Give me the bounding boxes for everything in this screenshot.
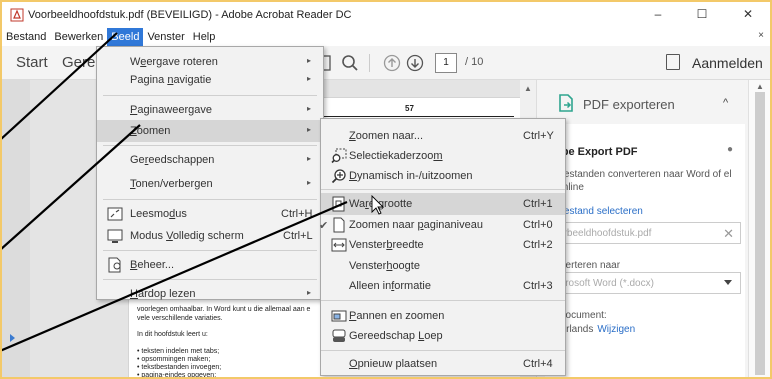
- menu-item-paginaweergave[interactable]: Paginaweergave ▸: [97, 99, 323, 121]
- menu-separator: [103, 199, 317, 200]
- clear-file-icon[interactable]: ✕: [723, 226, 734, 242]
- menu-item-beheer[interactable]: Beheer...: [97, 254, 323, 276]
- chevron-up-icon[interactable]: ^: [723, 97, 728, 109]
- close-button[interactable]: ✕: [730, 2, 766, 26]
- format-select[interactable]: icrosoft Word (*.docx): [553, 272, 741, 294]
- selected-file-field[interactable]: orbeeldhoofdstuk.pdf ✕: [553, 222, 741, 244]
- manage-icon: [107, 257, 123, 273]
- menu-item-opnieuw-plaatsen[interactable]: Opnieuw plaatsen Ctrl+4: [321, 353, 565, 375]
- submenu-arrow-icon: ▸: [306, 104, 311, 113]
- scrollbar-thumb[interactable]: [755, 92, 765, 375]
- menu-item-zoomen[interactable]: Zoomen ▸: [97, 120, 323, 142]
- menu-separator: [103, 145, 317, 146]
- next-page-icon[interactable]: [405, 53, 425, 73]
- menu-item-selectiekaderzoom[interactable]: Selectiekaderzoom: [321, 145, 565, 167]
- pan-zoom-icon: [331, 308, 347, 324]
- marquee-zoom-icon: [331, 148, 347, 164]
- previous-page-icon[interactable]: [382, 53, 402, 73]
- menu-item-pagina-navigatie[interactable]: Pagina navigatie ▸: [97, 69, 323, 91]
- menu-separator: [103, 279, 317, 280]
- submenu-arrow-icon: ▸: [306, 288, 311, 297]
- beeld-menu: Weergave roteren ▸ Pagina navigatie ▸ Pagi…: [96, 46, 324, 300]
- menu-item-hardop-lezen[interactable]: Hardop lezen ▸: [97, 283, 323, 305]
- body-line: vele verschillende variaties.: [137, 315, 223, 322]
- menu-bar: Bestand Bewerken Beeld Venster Help ×: [2, 28, 770, 46]
- export-pdf-header[interactable]: PDF exporteren: [583, 97, 675, 112]
- menu-item-volledig-scherm[interactable]: Modus Volledig scherm Ctrl+L: [97, 225, 323, 247]
- sign-in-icon[interactable]: [666, 54, 680, 70]
- menu-item-ware-grootte[interactable]: Ware grootte Ctrl+1: [321, 193, 565, 215]
- toolbar-divider: [369, 54, 370, 72]
- window-title: Voorbeeldhoofdstuk.pdf (BEVEILIGD) - Ado…: [28, 9, 352, 21]
- search-icon[interactable]: [340, 53, 360, 73]
- bullet-item: • pagina-eindes opgeven;: [137, 372, 217, 379]
- menu-separator: [321, 300, 565, 301]
- export-card: obe Export PDF ● -bestanden converteren …: [545, 124, 745, 377]
- export-title: obe Export PDF: [555, 146, 638, 158]
- dynamic-zoom-icon: [331, 168, 347, 184]
- document-language: derlands Wijzigen: [555, 324, 636, 335]
- tools-pane: PDF exporteren ^ obe Export PDF ● -besta…: [536, 80, 748, 377]
- menu-item-vensterbreedte[interactable]: Vensterbreedte Ctrl+2: [321, 234, 565, 256]
- submenu-arrow-icon: ▸: [306, 154, 311, 163]
- change-language-link[interactable]: Wijzigen: [597, 324, 635, 335]
- export-pdf-icon: [557, 94, 575, 112]
- acrobat-icon: [10, 8, 24, 22]
- menu-item-alleen-informatie[interactable]: Alleen informatie Ctrl+3: [321, 275, 565, 297]
- format-value: icrosoft Word (*.docx): [558, 278, 654, 289]
- panel-scrollbar[interactable]: ▲: [748, 80, 770, 377]
- tab-start[interactable]: Start: [16, 54, 48, 71]
- menu-separator: [103, 95, 317, 96]
- select-file-link[interactable]: -bestand selecteren: [555, 206, 643, 217]
- menu-item-gereedschappen[interactable]: Gereedschappen ▸: [97, 149, 323, 171]
- menu-venster[interactable]: Venster: [143, 28, 188, 46]
- scroll-up-icon[interactable]: ▲: [756, 82, 764, 91]
- menu-help[interactable]: Help: [189, 28, 220, 46]
- fullscreen-icon: [107, 228, 123, 244]
- menu-separator: [321, 189, 565, 190]
- menu-beeld[interactable]: Beeld: [107, 28, 144, 46]
- page-total: / 10: [465, 56, 484, 68]
- submenu-arrow-icon: ▸: [306, 74, 311, 83]
- zoom-submenu: Zoomen naar... Ctrl+Y Selectiekaderzoom D…: [319, 118, 566, 376]
- page-number-label: 57: [405, 104, 414, 113]
- menu-item-zoomen-naar[interactable]: Zoomen naar... Ctrl+Y: [321, 125, 565, 147]
- menu-separator: [103, 250, 317, 251]
- expand-pane-icon[interactable]: [10, 334, 15, 342]
- navigation-pane: [2, 80, 30, 377]
- menu-bestand[interactable]: Bestand: [2, 28, 50, 46]
- menu-item-paginaniveau[interactable]: ✔ Zoomen naar paginaniveau Ctrl+0: [319, 214, 565, 236]
- scroll-up-icon[interactable]: ▲: [524, 84, 532, 93]
- menu-bewerken[interactable]: Bewerken: [50, 28, 107, 46]
- body-lead: In dit hoofdstuk leert u:: [137, 331, 208, 338]
- sign-in-button[interactable]: Aanmelden: [692, 55, 763, 71]
- minimize-button[interactable]: –: [640, 2, 676, 26]
- submenu-arrow-icon: ▸: [306, 125, 311, 134]
- maximize-button[interactable]: ☐: [684, 2, 720, 26]
- menu-item-dynamisch-zoomen[interactable]: Dynamisch in-/uitzoomen: [321, 165, 565, 187]
- body-line: voorlegen omhaalbar. In Word kunt u die …: [137, 306, 311, 313]
- actual-size-icon: [331, 196, 347, 212]
- page-number-input[interactable]: 1: [435, 53, 457, 73]
- read-mode-icon: [107, 206, 123, 222]
- menu-item-tonen-verbergen[interactable]: Tonen/verbergen ▸: [97, 173, 323, 195]
- title-bar: Voorbeeldhoofdstuk.pdf (BEVEILIGD) - Ado…: [2, 2, 770, 28]
- loupe-icon: [331, 328, 347, 344]
- menu-separator: [321, 350, 565, 351]
- close-document-button[interactable]: ×: [758, 30, 764, 41]
- submenu-arrow-icon: ▸: [306, 178, 311, 187]
- menu-item-vensterhoogte[interactable]: Vensterhoogte: [321, 255, 565, 277]
- dropdown-arrow-icon[interactable]: [724, 280, 732, 285]
- fit-page-icon: [331, 217, 347, 233]
- selected-file-name: orbeeldhoofdstuk.pdf: [558, 228, 652, 239]
- menu-item-gereedschap-loep[interactable]: Gereedschap Loep: [321, 325, 565, 347]
- fit-width-icon: [331, 237, 347, 253]
- submenu-arrow-icon: ▸: [306, 56, 311, 65]
- info-icon[interactable]: ●: [727, 144, 733, 155]
- export-description: -bestanden converteren naar Word of el O…: [555, 169, 732, 193]
- menu-item-leesmodus[interactable]: Leesmodus Ctrl+H: [97, 203, 323, 225]
- menu-item-pannen-zoomen[interactable]: Pannen en zoomen: [321, 305, 565, 327]
